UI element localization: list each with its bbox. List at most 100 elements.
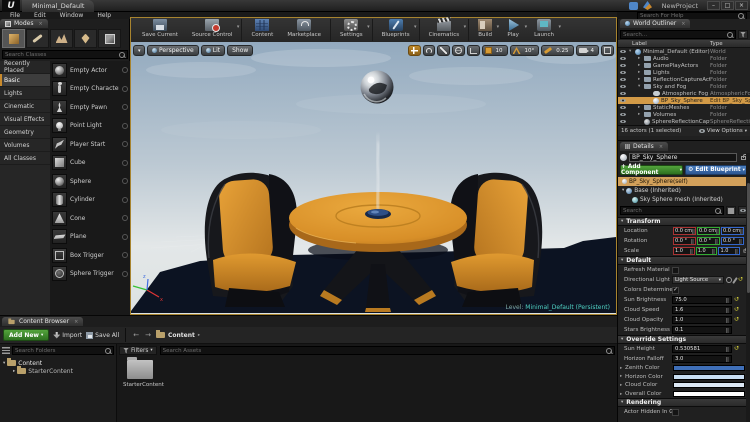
expander-icon[interactable]: ▸: [638, 77, 642, 82]
number-field[interactable]: 1.0: [672, 316, 732, 324]
number-field[interactable]: 0.1: [672, 326, 732, 334]
placeable-item[interactable]: Point Light: [50, 117, 130, 136]
revert-icon[interactable]: ↺: [738, 277, 743, 283]
section-transform[interactable]: ▾Transform: [618, 217, 750, 226]
number-field[interactable]: 0.530581: [672, 345, 732, 353]
placement-category[interactable]: Geometry: [0, 126, 50, 139]
details-search-input[interactable]: Search: [620, 206, 724, 215]
edit-blueprint-button[interactable]: ⚙Edit Blueprint▾: [685, 165, 748, 175]
expander-icon[interactable]: ▸: [638, 56, 642, 61]
chevron-down-icon[interactable]: ▾: [414, 24, 417, 30]
viewport-scene[interactable]: x z: [131, 42, 616, 314]
outliner-search-input[interactable]: Search...: [620, 30, 736, 39]
toolbar-button[interactable]: Blueprints ▾: [372, 19, 417, 41]
color-swatch[interactable]: [673, 365, 745, 371]
import-button[interactable]: Import: [53, 332, 82, 339]
filters-button[interactable]: Filters▾: [119, 346, 157, 355]
spinner-icon[interactable]: [692, 229, 695, 234]
revert-icon[interactable]: ↺: [734, 297, 739, 303]
actor-name-field[interactable]: BP_Sky_Sphere: [629, 153, 737, 162]
viewport[interactable]: x z ▾ Perspective Lit Show 10 10° 0.25: [131, 42, 616, 314]
mode-button[interactable]: [26, 29, 49, 48]
back-button[interactable]: ←: [132, 331, 140, 339]
section-override-settings[interactable]: ▾Override Settings: [618, 335, 750, 344]
scale-y-field[interactable]: 1.0: [696, 247, 718, 255]
placement-category[interactable]: Visual Effects: [0, 113, 50, 126]
outliner-row[interactable]: ▸ Volumes Folder: [618, 111, 750, 118]
component-base-row[interactable]: ▾Base (Inherited): [618, 186, 750, 195]
mode-button[interactable]: [74, 29, 97, 48]
close-tab-icon[interactable]: ×: [38, 21, 42, 27]
visibility-eye-icon[interactable]: [618, 57, 627, 61]
toolbar-button[interactable]: Launch ▾: [527, 19, 561, 41]
outliner-row[interactable]: BP_Sky_Sphere Edit BP_Sky_Sphere: [618, 97, 750, 104]
number-field[interactable]: 75.0: [672, 296, 732, 304]
add-new-button[interactable]: Add New▾: [3, 329, 49, 341]
minimize-button[interactable]: –: [707, 1, 720, 10]
viewport-options-button[interactable]: ▾: [133, 45, 145, 56]
rotate-mode-button[interactable]: [423, 45, 435, 56]
placement-category[interactable]: Lights: [0, 87, 50, 100]
toolbar-button[interactable]: Play ▾: [499, 19, 527, 41]
asset-view[interactable]: Filters▾ Search Assets StarterContent: [117, 344, 617, 422]
number-field[interactable]: 3.0: [672, 355, 732, 363]
spinner-icon[interactable]: [735, 249, 738, 254]
grip-icon[interactable]: [122, 271, 128, 277]
spinner-icon[interactable]: [726, 318, 729, 323]
view-options-button[interactable]: View Options▾: [699, 128, 747, 134]
location-x-field[interactable]: 0.0 cm: [673, 227, 696, 235]
toolbar-button[interactable]: Source Control ▾: [185, 19, 240, 41]
visibility-eye-icon[interactable]: [618, 85, 627, 89]
visibility-eye-icon[interactable]: [618, 64, 627, 68]
visibility-eye-icon[interactable]: [618, 120, 627, 124]
chair-left[interactable]: [205, 173, 297, 307]
level-indicator[interactable]: Level: Minimal_Default (Persistent): [506, 304, 610, 311]
show-button[interactable]: Show: [227, 45, 253, 56]
save-all-button[interactable]: Save All: [86, 332, 119, 339]
scale-z-field[interactable]: 1.0: [718, 247, 740, 255]
world-coordinate-button[interactable]: [452, 45, 465, 56]
grip-icon[interactable]: [122, 67, 128, 73]
number-field[interactable]: 1.6: [672, 306, 732, 314]
toolbar-button[interactable]: Save Current: [135, 19, 185, 41]
grip-icon[interactable]: [122, 160, 128, 166]
grip-icon[interactable]: [122, 197, 128, 203]
placement-category[interactable]: Cinematic: [0, 100, 50, 113]
outliner-row[interactable]: ▾ Minimal_Default (Editor) World: [618, 48, 750, 55]
rotation-x-field[interactable]: 0.0 °: [673, 237, 696, 245]
placeable-item[interactable]: Empty Pawn: [50, 98, 130, 117]
translate-mode-button[interactable]: [408, 45, 421, 56]
restore-button[interactable]: □: [721, 1, 734, 10]
chrome-sphere[interactable]: [361, 71, 394, 104]
search-classes-input[interactable]: Search Classes: [2, 50, 128, 59]
search-assets-input[interactable]: Search Assets: [160, 346, 615, 355]
level-editor-tab[interactable]: Minimal_Default: [22, 0, 94, 12]
section-default[interactable]: ▾Default: [618, 256, 750, 265]
grip-icon[interactable]: [122, 123, 128, 129]
chevron-down-icon[interactable]: ▾: [464, 24, 467, 30]
column-type[interactable]: Type: [710, 41, 750, 47]
grip-icon[interactable]: [122, 141, 128, 147]
section-rendering[interactable]: ▾Rendering: [618, 398, 750, 407]
menu-item[interactable]: Help: [91, 12, 117, 19]
chevron-down-icon[interactable]: ▾: [367, 24, 370, 30]
tab-details[interactable]: Details×: [620, 142, 668, 151]
grip-icon[interactable]: [122, 104, 128, 110]
tab-content-browser[interactable]: Content Browser×: [2, 317, 83, 326]
chair-right[interactable]: [450, 173, 542, 307]
details-scrollbar[interactable]: [746, 153, 750, 422]
expander-icon[interactable]: ▸: [638, 105, 642, 110]
outliner-row[interactable]: ▸ GamePlayActors Folder: [618, 62, 750, 69]
visibility-eye-icon[interactable]: [618, 71, 627, 75]
spinner-icon[interactable]: [691, 239, 694, 244]
tab-world-outliner[interactable]: World Outliner×: [620, 19, 690, 28]
toolbar-button[interactable]: Cinematics ▾: [419, 19, 467, 41]
scale-mode-button[interactable]: [437, 45, 450, 56]
grid-snap-button[interactable]: 10: [482, 45, 508, 56]
placeable-item[interactable]: Cube: [50, 154, 130, 173]
feedback-icon[interactable]: [629, 2, 638, 10]
outliner-row[interactable]: ▸ Lights Folder: [618, 69, 750, 76]
toolbar-button[interactable]: Content: [241, 19, 280, 41]
grip-icon[interactable]: [122, 252, 128, 258]
outliner-row[interactable]: ▾ Sky and Fog Folder: [618, 83, 750, 90]
